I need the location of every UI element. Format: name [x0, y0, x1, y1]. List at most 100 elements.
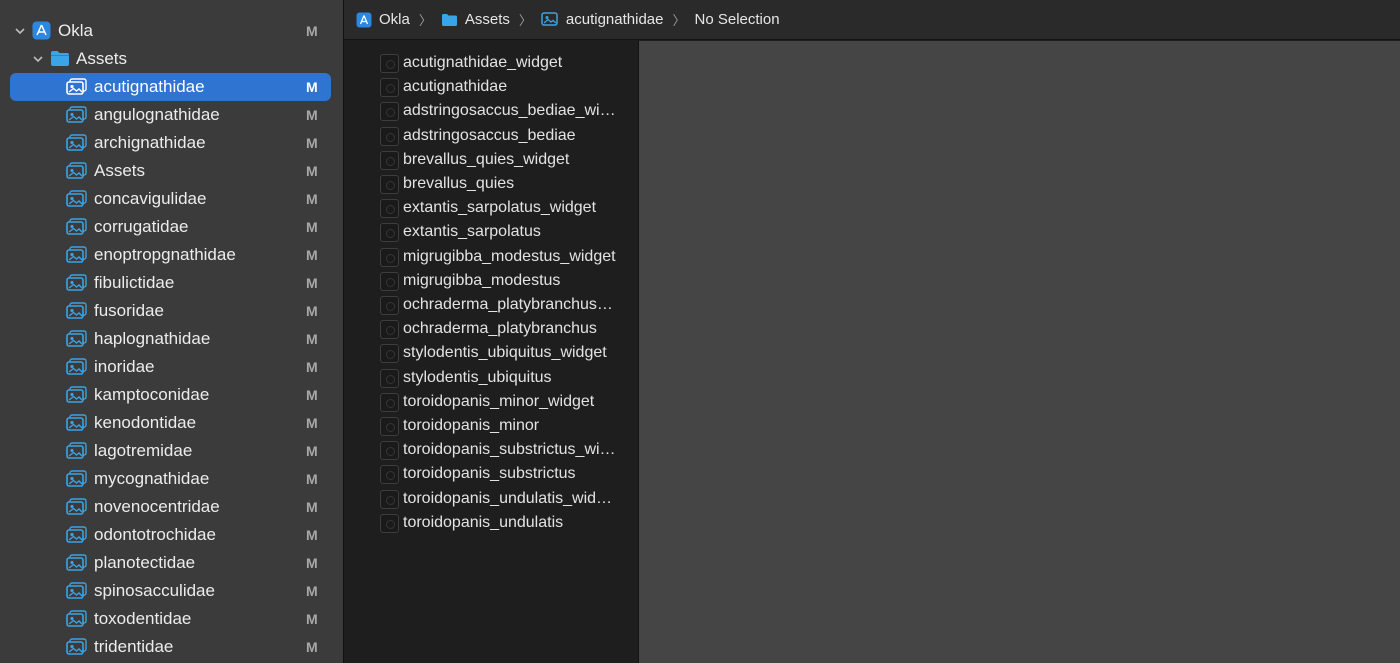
asset-row[interactable]: stylodentis_ubiquitus_widget [344, 341, 638, 365]
navigator-item[interactable]: spinosacculidae M [0, 577, 343, 605]
asset-row[interactable]: toroidopanis_undulatis_widget [344, 487, 638, 511]
navigator-item[interactable]: Assets M [0, 157, 343, 185]
navigator-folder-row[interactable]: Assets [0, 45, 343, 73]
status-badge: M [306, 555, 318, 571]
status-badge: M [306, 359, 318, 375]
breadcrumb-folder[interactable]: Assets [441, 11, 510, 28]
asset-thumbnail-icon [380, 320, 399, 340]
asset-row[interactable]: adstringosaccus_bediae_widget [344, 99, 638, 123]
asset-name: acutignathidae_widget [403, 54, 563, 71]
navigator-item-label: planotectidae [94, 553, 196, 572]
navigator-item[interactable]: acutignathidae M [0, 73, 343, 101]
chevron-right-icon: 〉 [518, 13, 532, 28]
navigator-item-label: inoridae [94, 357, 155, 376]
status-badge: M [306, 639, 318, 655]
navigator-item[interactable]: haplognathidae M [0, 325, 343, 353]
asset-row[interactable]: extantis_sarpolatus [344, 220, 638, 244]
app-project-icon [32, 21, 51, 40]
navigator-item[interactable]: toxodentidae M [0, 605, 343, 633]
navigator-item-label: haplognathidae [94, 329, 211, 348]
asset-name: extantis_sarpolatus [403, 223, 541, 241]
navigator-item[interactable]: fusoridae M [0, 297, 343, 325]
navigator-item[interactable]: planotectidae M [0, 549, 343, 577]
asset-name: migrugibba_modestus_widget [403, 247, 616, 265]
image-set-icon [541, 12, 558, 26]
asset-name: extantis_sarpolatus_widget [403, 199, 597, 217]
navigator-project-row[interactable]: Okla M [0, 17, 343, 45]
navigator-item[interactable]: fibulictidae M [0, 269, 343, 297]
status-badge: M [306, 191, 318, 207]
asset-thumbnail-icon [380, 78, 399, 98]
image-set-icon [66, 190, 87, 207]
asset-row[interactable]: migrugibba_modestus_widget [344, 245, 638, 269]
image-set-icon [66, 246, 87, 263]
asset-thumbnail-icon [380, 126, 399, 146]
breadcrumb-asset[interactable]: acutignathidae [541, 11, 663, 28]
navigator-item-label: concavigulidae [94, 189, 207, 208]
navigator-item[interactable]: kenodontidae M [0, 409, 343, 437]
asset-name: toroidopanis_minor [403, 417, 540, 434]
navigator-item-label: fibulictidae [94, 273, 175, 292]
asset-row[interactable]: brevallus_quies_widget [344, 148, 638, 172]
asset-row[interactable]: toroidopanis_minor [344, 414, 638, 438]
navigator-item[interactable]: enoptropgnathidae M [0, 241, 343, 269]
navigator-item-label: angulognathidae [94, 105, 220, 124]
image-set-icon [66, 582, 87, 599]
asset-name: toroidopanis_undulatis_widget [403, 489, 617, 507]
breadcrumb-selection[interactable]: No Selection [695, 11, 780, 28]
asset-row[interactable]: migrugibba_modestus [344, 269, 638, 293]
image-set-icon [66, 386, 87, 403]
asset-row[interactable]: brevallus_quies [344, 172, 638, 196]
asset-row[interactable]: acutignathidae_widget [344, 51, 638, 75]
navigator-item[interactable]: tridentidae M [0, 633, 343, 661]
asset-name: ochraderma_platybranchus [403, 320, 597, 338]
asset-name: toroidopanis_substrictus [403, 465, 576, 483]
asset-row[interactable]: adstringosaccus_bediae [344, 124, 638, 148]
image-set-icon [66, 274, 87, 291]
asset-thumbnail-icon [380, 344, 399, 364]
status-badge: M [306, 527, 318, 543]
navigator-item-label: toxodentidae [94, 609, 192, 628]
navigator-item[interactable]: kamptoconidae M [0, 381, 343, 409]
image-set-icon [66, 526, 87, 543]
navigator-item[interactable]: novenocentridae M [0, 493, 343, 521]
chevron-down-icon[interactable] [14, 25, 26, 37]
asset-thumbnail-icon [380, 489, 399, 509]
breadcrumb-project[interactable]: Okla [356, 11, 410, 28]
asset-row[interactable]: toroidopanis_minor_widget [344, 390, 638, 414]
asset-row[interactable]: acutignathidae [344, 75, 638, 99]
status-badge: M [306, 275, 318, 291]
status-badge: M [306, 471, 318, 487]
navigator-item[interactable]: odontotrochidae M [0, 521, 343, 549]
navigator-item[interactable]: mycognathidae M [0, 465, 343, 493]
navigator-item-label: lagotremidae [94, 441, 193, 460]
navigator-item-label: corrugatidae [94, 217, 189, 236]
status-badge: M [306, 135, 318, 151]
asset-row[interactable]: extantis_sarpolatus_widget [344, 196, 638, 220]
navigator-item[interactable]: angulognathidae M [0, 101, 343, 129]
asset-name: brevallus_quies_widget [403, 150, 570, 168]
asset-row[interactable]: ochraderma_platybranchus [344, 317, 638, 341]
navigator-item[interactable]: inoridae M [0, 353, 343, 381]
asset-row[interactable]: toroidopanis_substrictus_widget [344, 438, 638, 462]
asset-row[interactable]: ochraderma_platybranchus_widget [344, 293, 638, 317]
folder-label: Assets [76, 49, 128, 68]
asset-row[interactable]: stylodentis_ubiquitus [344, 366, 638, 390]
asset-row[interactable]: toroidopanis_undulatis [344, 511, 638, 535]
navigator-item[interactable]: corrugatidae M [0, 213, 343, 241]
navigator-item-label: acutignathidae [94, 77, 205, 96]
navigator-item[interactable]: archignathidae M [0, 129, 343, 157]
asset-thumbnail-icon [380, 199, 399, 219]
asset-thumbnail-icon [380, 223, 399, 243]
asset-name: adstringosaccus_bediae [403, 126, 576, 144]
navigator-item[interactable]: lagotremidae M [0, 437, 343, 465]
status-badge: M [306, 387, 318, 403]
asset-thumbnail-icon [380, 150, 399, 170]
navigator-item-label: Assets [94, 161, 146, 180]
asset-thumbnail-icon [380, 175, 399, 194]
asset-name: toroidopanis_substrictus_widget [403, 441, 617, 459]
asset-row[interactable]: toroidopanis_substrictus [344, 462, 638, 486]
status-badge: M [306, 79, 318, 95]
chevron-down-icon[interactable] [32, 53, 44, 65]
navigator-item[interactable]: concavigulidae M [0, 185, 343, 213]
